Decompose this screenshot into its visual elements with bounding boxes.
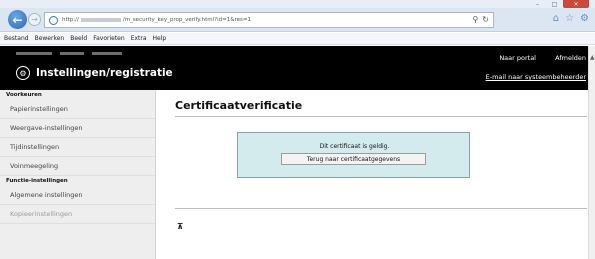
app-title: Instellingen/registratie [36, 67, 173, 79]
address-bar[interactable]: http:///m_security_key_prop_verify.html?… [44, 12, 494, 28]
sidebar-item-weergave[interactable]: Weergave-instellingen [0, 119, 155, 138]
page-header: ⚙ Instellingen/registratie Naar portal A… [0, 46, 588, 90]
menu-beeld[interactable]: Beeld [70, 35, 87, 42]
browser-navbar: ← → http:///m_security_key_prop_verify.h… [0, 8, 595, 32]
sidebar-section-functie: Functie-instellingen [6, 178, 68, 184]
sidebar-item-algemeen[interactable]: Algemene instellingen [0, 186, 155, 205]
star-icon[interactable]: ☆ [565, 13, 574, 24]
close-icon[interactable]: ✕ [563, 0, 589, 8]
bottom-divider [175, 208, 587, 209]
redacted-text [92, 52, 122, 55]
sidebar: Voorkeuren Papierinstellingen Weergave-i… [0, 90, 156, 259]
page-title: Certificaatverificatie [175, 99, 303, 112]
minimize-icon[interactable]: – [529, 0, 546, 8]
back-icon[interactable]: ← [8, 10, 27, 29]
maximize-icon[interactable]: □ [546, 0, 563, 8]
scroll-up-icon[interactable]: ▲ [590, 54, 595, 61]
device-info-redacted [16, 52, 122, 55]
forward-icon[interactable]: → [28, 13, 41, 26]
sidebar-item-tijd[interactable]: Tijdinstellingen [0, 138, 155, 157]
window-controls: – □ ✕ [529, 0, 589, 8]
logout-link[interactable]: Afmelden [555, 54, 586, 62]
refresh-icon[interactable]: ↻ [482, 15, 489, 24]
search-icon[interactable]: ⚲ [472, 15, 478, 24]
home-icon[interactable]: ⌂ [553, 13, 559, 24]
status-text: Dit certificaat is geldig. [319, 143, 390, 150]
settings-app-icon: ⚙ [16, 66, 30, 80]
window-titlebar: – □ ✕ [0, 0, 595, 8]
menu-bestand[interactable]: Bestand [4, 35, 29, 42]
sidebar-item-kopieer[interactable]: Kopieerinstellingen [0, 205, 155, 224]
portal-link[interactable]: Naar portal [499, 54, 536, 62]
gear-icon[interactable]: ⚙ [580, 13, 589, 24]
page-scrollbar[interactable]: ▲ [588, 46, 595, 259]
redacted-text [16, 52, 52, 55]
title-divider [175, 116, 587, 117]
menu-favorieten[interactable]: Favorieten [93, 35, 124, 42]
main-content: Certificaatverificatie Dit certificaat i… [157, 90, 587, 259]
back-to-certificate-button[interactable]: Terug naar certificaatgegevens [281, 153, 426, 165]
menu-help[interactable]: Help [153, 35, 167, 42]
redacted-text [60, 52, 84, 55]
browser-toolbar-icons: ⌂ ☆ ⚙ [553, 13, 589, 24]
menu-bewerken[interactable]: Bewerken [35, 35, 65, 42]
page-icon [49, 15, 58, 25]
mail-admin-link[interactable]: E-mail naar systeembeheerder [486, 73, 586, 81]
back-to-top-icon[interactable]: ⊼ [177, 222, 184, 231]
menu-bar: Bestand Bewerken Beeld Favorieten Extra … [0, 33, 595, 45]
verification-result-box: Dit certificaat is geldig. Terug naar ce… [237, 132, 470, 178]
address-tools: ⚲ ↻ [472, 15, 489, 24]
address-text: http:///m_security_key_prop_verify.html?… [62, 17, 251, 23]
sidebar-section-voorkeuren: Voorkeuren [6, 92, 42, 98]
menu-extra[interactable]: Extra [131, 35, 147, 42]
sidebar-item-papier[interactable]: Papierinstellingen [0, 100, 155, 119]
sidebar-item-volume[interactable]: Voinmeegeling [0, 157, 155, 176]
